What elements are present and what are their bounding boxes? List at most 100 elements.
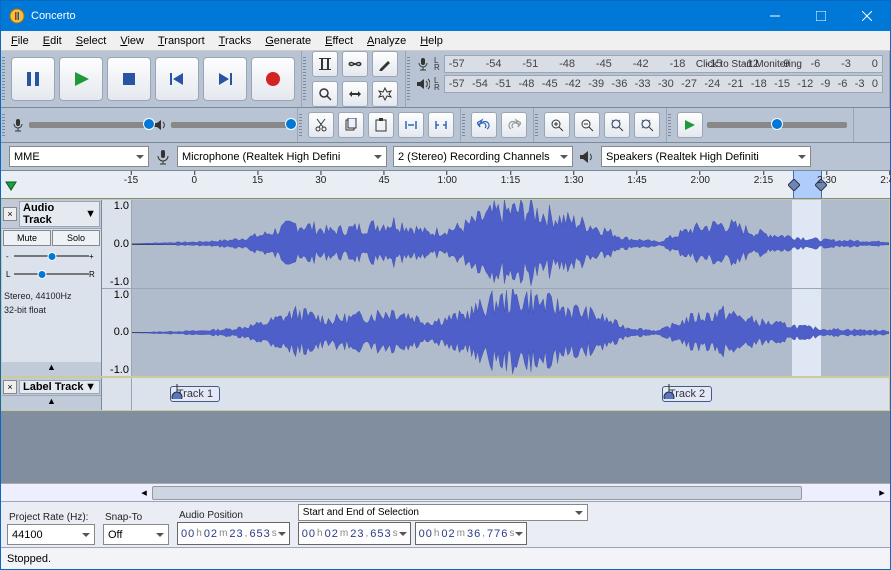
menu-file[interactable]: File: [5, 34, 35, 48]
channels-combo[interactable]: 2 (Stereo) Recording Channels: [393, 146, 573, 167]
record-button[interactable]: [251, 57, 295, 101]
silence-button[interactable]: [428, 112, 454, 138]
ruler-tick: 1:30: [564, 171, 583, 186]
monitor-message[interactable]: Click to Start Monitoring: [696, 59, 802, 70]
project-rate-label: Project Rate (Hz):: [7, 512, 95, 523]
draw-tool[interactable]: [372, 51, 398, 77]
selection-mode-combo[interactable]: Start and End of Selection: [298, 504, 588, 521]
menu-select[interactable]: Select: [70, 34, 113, 48]
close-button[interactable]: [844, 1, 890, 31]
pan-r: R: [89, 270, 97, 279]
waveform-area: 1.00.0-1.0 1.00.0-1.0: [102, 200, 889, 376]
ruler-tick: 0: [191, 171, 197, 186]
zoom-in-button[interactable]: [544, 112, 570, 138]
multi-tool[interactable]: [372, 81, 398, 107]
selection-start-field[interactable]: 00h02m23,653s: [298, 522, 411, 545]
envelope-tool[interactable]: [342, 51, 368, 77]
track-title-label: Audio Track: [23, 202, 85, 226]
zoom-out-button[interactable]: [574, 112, 600, 138]
mic-icon: [416, 57, 430, 71]
selection-end-field[interactable]: 00h02m36,776s: [415, 522, 528, 545]
menu-effect[interactable]: Effect: [319, 34, 359, 48]
mute-button[interactable]: Mute: [3, 230, 51, 246]
paste-button[interactable]: [368, 112, 394, 138]
menu-view[interactable]: View: [114, 34, 150, 48]
meter-tick: -36: [611, 78, 627, 90]
timeline-ruler[interactable]: -1501530451:001:151:301:452:002:152:302:…: [1, 171, 890, 199]
wave-svg: [132, 289, 889, 377]
audio-position-field[interactable]: 00h02m23,653s: [177, 522, 290, 545]
menu-tracks[interactable]: Tracks: [213, 34, 258, 48]
label-marker-2[interactable]: Track 2: [662, 386, 712, 402]
meter-tick: -24: [704, 78, 720, 90]
redo-button[interactable]: [501, 112, 527, 138]
menu-transport[interactable]: Transport: [152, 34, 211, 48]
output-device-combo[interactable]: Speakers (Realtek High Definiti: [601, 146, 811, 167]
fit-project-button[interactable]: [634, 112, 660, 138]
scroll-left-button[interactable]: ◂: [136, 486, 152, 499]
minimize-button[interactable]: [752, 1, 798, 31]
meter-tick: -45: [542, 78, 558, 90]
pan-slider[interactable]: LR: [6, 267, 97, 281]
skip-end-button[interactable]: [203, 57, 247, 101]
playback-meter[interactable]: -57-54-51-48-45-42-39-36-33-30-27-24-21-…: [444, 75, 883, 93]
play-at-speed-button[interactable]: [677, 112, 703, 138]
speaker-icon: [579, 149, 595, 165]
snap-to-label: Snap-To: [103, 512, 169, 523]
window-title: Concerto: [31, 10, 76, 22]
undo-button[interactable]: [471, 112, 497, 138]
track-close-button[interactable]: ×: [3, 380, 17, 394]
waveform-right[interactable]: [132, 289, 889, 377]
menu-help[interactable]: Help: [414, 34, 449, 48]
collapse-button[interactable]: ▲: [2, 396, 101, 410]
label-marker-1[interactable]: Track 1: [170, 386, 220, 402]
label-track-controls: × Label Track▼ ▲: [2, 378, 102, 410]
meter-tick: -42: [565, 78, 581, 90]
collapse-button[interactable]: ▲: [2, 362, 101, 376]
track-menu-button[interactable]: Audio Track▼: [19, 201, 100, 227]
meter-tick: -57: [449, 58, 465, 70]
gain-slider[interactable]: -+: [6, 249, 97, 263]
scroll-right-button[interactable]: ▸: [874, 486, 890, 499]
playback-volume-slider[interactable]: [171, 122, 291, 128]
sel-handle-left-icon[interactable]: [788, 179, 800, 191]
maximize-button[interactable]: [798, 1, 844, 31]
skip-start-button[interactable]: [155, 57, 199, 101]
track-close-button[interactable]: ×: [3, 207, 17, 221]
fit-selection-button[interactable]: [604, 112, 630, 138]
horizontal-scrollbar[interactable]: ◂ ▸: [1, 483, 890, 501]
snap-to-combo[interactable]: Off: [103, 524, 169, 545]
cut-button[interactable]: [308, 112, 334, 138]
pause-button[interactable]: [11, 57, 55, 101]
meter-tick: -57: [449, 78, 465, 90]
solo-button[interactable]: Solo: [52, 230, 100, 246]
pin-indicator[interactable]: [1, 171, 21, 198]
record-volume-slider[interactable]: [29, 122, 149, 128]
waveform-left[interactable]: [132, 200, 889, 288]
ruler-body[interactable]: -1501530451:001:151:301:452:002:152:302:…: [131, 171, 890, 198]
window-buttons: [752, 1, 890, 31]
trim-button[interactable]: [398, 112, 424, 138]
project-rate-combo[interactable]: 44100: [7, 524, 95, 545]
copy-button[interactable]: [338, 112, 364, 138]
mic-icon: [155, 149, 171, 165]
play-speed-slider[interactable]: [707, 122, 847, 128]
ruler-tick: -15: [124, 171, 138, 186]
menu-generate[interactable]: Generate: [259, 34, 317, 48]
host-combo[interactable]: MME: [9, 146, 149, 167]
meter-tick: -33: [635, 78, 651, 90]
menu-edit[interactable]: Edit: [37, 34, 68, 48]
meter-tick: 0: [872, 58, 878, 70]
track-menu-button[interactable]: Label Track▼: [19, 380, 100, 394]
meter-tick: -30: [658, 78, 674, 90]
meter-tick: -48: [518, 78, 534, 90]
play-button[interactable]: [59, 57, 103, 101]
zoom-tool[interactable]: [312, 81, 338, 107]
stop-button[interactable]: [107, 57, 151, 101]
timeshift-tool[interactable]: [342, 81, 368, 107]
label-canvas[interactable]: Track 1 Track 2: [132, 378, 889, 410]
input-device-combo[interactable]: Microphone (Realtek High Defini: [177, 146, 387, 167]
record-meter[interactable]: -57-54-51-48-45-42 Click to Start Monito…: [444, 55, 883, 73]
menu-analyze[interactable]: Analyze: [361, 34, 412, 48]
selection-tool[interactable]: [312, 51, 338, 77]
